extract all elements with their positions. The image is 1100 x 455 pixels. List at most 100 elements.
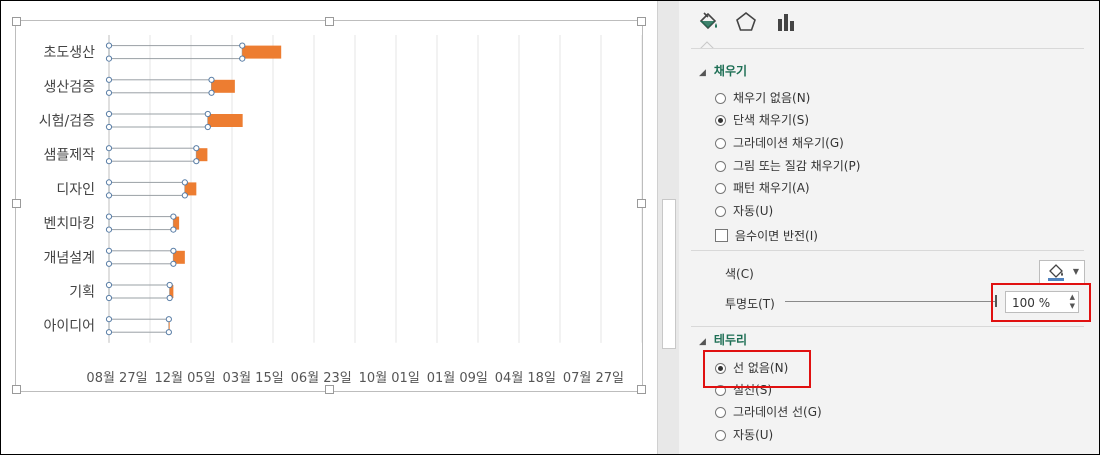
highlight-box-no-line [703, 350, 811, 388]
start-bar [108, 147, 197, 162]
radio-button[interactable] [715, 430, 726, 441]
collapse-triangle-icon: ◢ [699, 68, 706, 78]
selection-handle [170, 226, 177, 233]
selection-handle [208, 89, 215, 96]
option-label: 패턴 채우기(A) [733, 181, 810, 195]
start-bar [108, 318, 170, 333]
paint-bucket-icon [699, 12, 717, 30]
selection-handle [170, 260, 177, 267]
start-bar [108, 284, 171, 299]
selection-handle [204, 110, 211, 118]
radio-button[interactable] [715, 183, 726, 194]
selection-handle [105, 281, 113, 289]
selection-handle [105, 179, 113, 186]
fill-option-pattern[interactable]: 패턴 채우기(A) [715, 179, 810, 197]
x-tick-label: 01월 09일 [427, 371, 488, 386]
category-label: 아이디어 [43, 319, 95, 335]
fill-option-solid[interactable]: 단색 채우기(S) [715, 111, 809, 129]
fill-section-header[interactable]: ◢ 채우기 [699, 62, 747, 79]
paint-bucket-icon [1048, 264, 1064, 281]
resize-handle-bottom[interactable] [325, 385, 334, 394]
border-option-auto[interactable]: 자동(U) [715, 426, 773, 444]
start-bar [108, 250, 174, 265]
selection-handle [105, 213, 113, 220]
selection-handle [105, 145, 113, 152]
resize-handle-bottom-left[interactable] [12, 385, 21, 394]
category-label: 디자인 [56, 182, 95, 198]
pentagon-icon [736, 11, 756, 31]
selection-handle [181, 192, 188, 199]
option-label: 그림 또는 질감 채우기(P) [733, 159, 861, 173]
fill-option-auto[interactable]: 자동(U) [715, 202, 773, 220]
x-tick-label: 08월 27일 [86, 371, 147, 386]
selection-handle [170, 213, 177, 220]
fill-option-none[interactable]: 채우기 없음(N) [715, 89, 810, 107]
duration-bar [242, 45, 282, 59]
selection-handle [105, 110, 113, 118]
selection-handle [239, 55, 246, 62]
chart-border[interactable]: 08월 27일 12월 05일 03월 15일 06월 23일 10월 01일 01월 0… [15, 20, 643, 392]
fill-option-picture[interactable]: 그림 또는 질감 채우기(P) [715, 157, 860, 175]
radio-button[interactable] [715, 138, 726, 149]
category-label: 시험/검증 [39, 114, 95, 130]
x-tick-label: 10월 01일 [359, 371, 420, 386]
option-label: 음수이면 반전(I) [735, 229, 818, 243]
radio-button[interactable] [715, 206, 726, 217]
x-tick-label: 07월 27일 [563, 371, 624, 386]
selection-handle [166, 294, 173, 302]
category-label: 벤치마킹 [43, 216, 95, 232]
selection-handle [193, 158, 200, 165]
selection-handle [105, 42, 113, 49]
category-label: 생산검증 [43, 79, 95, 95]
selection-handle [105, 192, 113, 199]
selection-handle [193, 145, 200, 152]
selection-handle [208, 76, 215, 83]
selection-handle [165, 316, 172, 323]
category-label: 초도생산 [43, 45, 95, 61]
option-label: 단색 채우기(S) [733, 113, 809, 127]
selection-handle [105, 158, 113, 165]
pane-divider [691, 48, 1084, 49]
radio-button-selected[interactable] [715, 115, 726, 126]
transparency-slider[interactable] [785, 301, 995, 302]
tab-fill-line[interactable] [695, 9, 721, 37]
pane-tab-strip [691, 7, 1091, 41]
start-bar [108, 113, 209, 128]
border-section-header[interactable]: ◢ 테두리 [699, 331, 747, 348]
selection-handle [105, 76, 113, 83]
selection-handle [105, 89, 113, 96]
resize-handle-bottom-right[interactable] [637, 385, 646, 394]
selection-handle [204, 123, 211, 131]
resize-handle-left[interactable] [12, 199, 21, 208]
transparency-label: 투명도(T) [725, 297, 775, 311]
border-option-gradient[interactable]: 그라데이션 선(G) [715, 403, 822, 421]
option-label: 그라데이션 채우기(G) [733, 136, 844, 150]
fill-section-title: 채우기 [713, 64, 748, 78]
radio-button[interactable] [715, 407, 726, 418]
resize-handle-top[interactable] [325, 17, 334, 26]
x-tick-label: 04월 18일 [495, 371, 556, 386]
gantt-chart[interactable]: 08월 27일 12월 05일 03월 15일 06월 23일 10월 01일 01월 0… [16, 21, 642, 391]
selection-handle [105, 226, 113, 233]
category-label: 기획 [69, 285, 95, 301]
color-label: 색(C) [725, 267, 754, 281]
resize-handle-right[interactable] [637, 199, 646, 208]
dropdown-arrow-icon: ▼ [1072, 267, 1079, 276]
fill-color-picker[interactable]: ▼ [1039, 260, 1085, 284]
radio-button[interactable] [715, 161, 726, 172]
resize-handle-top-right[interactable] [637, 17, 646, 26]
tab-series-options[interactable] [773, 9, 799, 37]
invert-if-negative[interactable]: 음수이면 반전(I) [715, 227, 818, 245]
vertical-scrollbar[interactable] [657, 1, 679, 454]
collapse-triangle-icon: ◢ [699, 337, 706, 347]
radio-button[interactable] [715, 93, 726, 104]
scrollbar-thumb[interactable] [662, 199, 676, 349]
category-label: 샘플제작 [43, 148, 95, 164]
option-label: 자동(U) [733, 204, 774, 218]
chart-area: 08월 27일 12월 05일 03월 15일 06월 23일 10월 01일 01월 0… [1, 1, 657, 454]
tab-effects[interactable] [733, 9, 759, 37]
fill-option-gradient[interactable]: 그라데이션 채우기(G) [715, 134, 844, 152]
checkbox[interactable] [715, 229, 728, 242]
x-tick-label: 12월 05일 [154, 371, 215, 386]
resize-handle-top-left[interactable] [12, 17, 21, 26]
